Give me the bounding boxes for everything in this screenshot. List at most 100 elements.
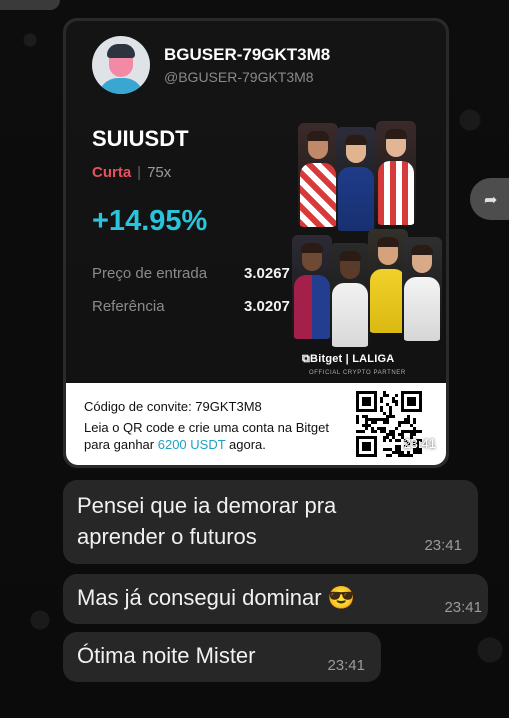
qr-module (383, 448, 386, 451)
qr-module (413, 421, 416, 424)
qr-module (419, 430, 422, 433)
qr-module (389, 409, 392, 412)
qr-module (383, 394, 386, 397)
player-image (402, 237, 442, 341)
qr-module (395, 427, 398, 430)
qr-module (398, 445, 401, 448)
qr-finder (362, 397, 371, 406)
qr-module (389, 430, 392, 433)
qr-module (410, 424, 413, 427)
qr-module (377, 418, 380, 421)
qr-module (395, 448, 398, 451)
qr-module (386, 403, 389, 406)
qr-module (401, 421, 404, 424)
qr-module (395, 439, 398, 442)
qr-module (398, 451, 401, 454)
qr-module (380, 418, 383, 421)
player-image (298, 123, 338, 227)
invite-section: Código de convite: 79GKT3M8 Leia o QR co… (66, 383, 446, 465)
qr-module (362, 424, 365, 427)
position-side: Curta (92, 164, 132, 181)
qr-module (389, 412, 392, 415)
qr-module (395, 394, 398, 397)
qr-module (407, 454, 410, 457)
qr-module (374, 418, 377, 421)
qr-module (407, 430, 410, 433)
qr-module (407, 418, 410, 421)
qr-module (413, 451, 416, 454)
qr-module (356, 421, 359, 424)
invite-text-end: agora. (225, 437, 266, 452)
qr-module (368, 418, 371, 421)
qr-module (398, 424, 401, 427)
divider: | (137, 164, 142, 181)
username: BGUSER-79GKT3M8 (164, 45, 331, 64)
qr-module (383, 427, 386, 430)
qr-module (365, 427, 368, 430)
qr-module (380, 409, 383, 412)
message-text-line: Pensei que ia demorar pra (77, 493, 337, 518)
card-top: BGUSER-79GKT3M8 @BGUSER-79GKT3M8 SUIUSDT… (66, 21, 446, 383)
position-info: Curta | 75x (92, 164, 171, 181)
forward-icon: ➦ (484, 192, 498, 209)
qr-module (386, 394, 389, 397)
qr-module (383, 430, 386, 433)
qr-module (401, 451, 404, 454)
qr-module (389, 454, 392, 457)
message-text: Mas já consegui dominar 😎 (77, 585, 356, 610)
invite-amount: 6200 USDT (157, 437, 226, 452)
qr-finder (407, 397, 416, 406)
qr-module (392, 451, 395, 454)
qr-module (395, 445, 398, 448)
qr-module (389, 439, 392, 442)
message-bubble[interactable]: Pensei que ia demorar pra aprender o fut… (63, 480, 478, 564)
qr-module (386, 421, 389, 424)
trade-share-card[interactable]: BGUSER-79GKT3M8 @BGUSER-79GKT3M8 SUIUSDT… (66, 21, 446, 465)
qr-module (356, 430, 359, 433)
pnl-percentage: +14.95% (92, 205, 208, 237)
message-time: 23:41 (403, 436, 436, 451)
entry-price-label: Preço de entrada (92, 265, 208, 282)
qr-module (392, 436, 395, 439)
qr-module (386, 436, 389, 439)
qr-module (404, 421, 407, 424)
qr-module (383, 418, 386, 421)
qr-module (413, 418, 416, 421)
qr-module (407, 421, 410, 424)
qr-module (395, 451, 398, 454)
message-bubble[interactable]: Mas já consegui dominar 😎 23:41 (63, 574, 488, 624)
media-message[interactable]: BGUSER-79GKT3M8 @BGUSER-79GKT3M8 SUIUSDT… (63, 18, 449, 468)
qr-module (386, 454, 389, 457)
previous-bubble-edge (0, 0, 60, 10)
qr-module (395, 403, 398, 406)
player-image (292, 235, 332, 339)
qr-module (395, 400, 398, 403)
reference-price-value: 3.0207 (244, 298, 290, 315)
qr-module (377, 427, 380, 430)
qr-module (383, 391, 386, 394)
brand-logo: ⧉Bitget | LALIGA (302, 353, 395, 365)
message-bubble[interactable]: Ótima noite Mister 23:41 (63, 632, 381, 682)
qr-module (392, 415, 395, 418)
qr-module (386, 433, 389, 436)
player-image (330, 243, 370, 347)
invite-code: Código de convite: 79GKT3M8 (84, 399, 262, 414)
qr-module (380, 427, 383, 430)
forward-button[interactable]: ➦ (470, 178, 509, 220)
qr-module (392, 430, 395, 433)
entry-price-value: 3.0267 (244, 265, 290, 282)
promo-players-image (292, 117, 442, 357)
qr-module (389, 433, 392, 436)
invite-text: Leia o QR code e crie uma conta na Bitge… (84, 419, 344, 453)
qr-module (383, 421, 386, 424)
qr-finder (362, 442, 371, 451)
qr-module (380, 397, 383, 400)
qr-module (419, 451, 422, 454)
avatar (92, 36, 150, 94)
message-text: Pensei que ia demorar pra aprender o fut… (77, 490, 336, 552)
qr-module (401, 454, 404, 457)
player-image (376, 121, 416, 225)
qr-module (404, 454, 407, 457)
qr-module (398, 454, 401, 457)
message-text-line: aprender o futuros (77, 524, 257, 549)
